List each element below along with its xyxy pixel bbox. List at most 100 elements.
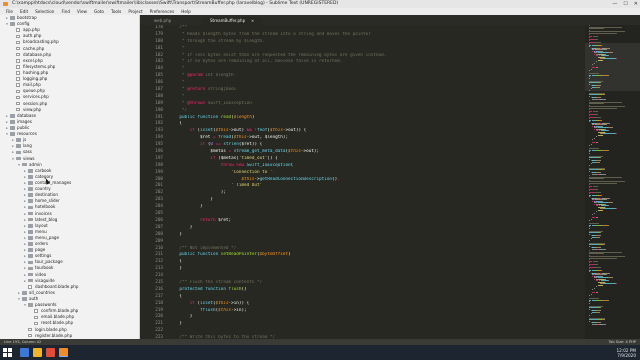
code-line[interactable]: * through the stream by $length.	[169, 39, 579, 46]
tab-close-icon[interactable]: ✕	[251, 19, 254, 23]
code-line[interactable]: * @return string|bool	[169, 87, 579, 94]
code-editor[interactable]: 178 179 180 181 182 183 184 185 186 187 188 189 190 1…	[140, 25, 585, 352]
code-token: feof	[257, 128, 268, 134]
code-line[interactable]: public function read($length)	[169, 115, 579, 122]
code-line[interactable]: throw new Swift_IoException(	[169, 163, 579, 170]
menu-tools[interactable]: Tools	[111, 8, 121, 15]
code-line[interactable]: {	[169, 294, 579, 301]
line-number: 214	[155, 273, 163, 279]
menu-goto[interactable]: Goto	[94, 8, 104, 15]
code-line[interactable]: fflush($this->in);	[169, 308, 579, 315]
windows-start-icon[interactable]	[3, 348, 12, 357]
code-line[interactable]: );	[169, 190, 579, 197]
code-token: (	[290, 162, 294, 168]
file-icon	[16, 71, 20, 75]
code-line[interactable]: *	[169, 46, 579, 53]
code-line[interactable]: * Reads $length bytes from the stream in…	[169, 32, 579, 39]
minimize-button[interactable]: —	[612, 0, 617, 8]
code-token: 'Connection to '	[231, 169, 273, 175]
code-line[interactable]: */	[169, 108, 579, 115]
maximize-button[interactable]: ☐	[623, 0, 627, 8]
browser-icon[interactable]	[46, 348, 55, 357]
code-line[interactable]: }	[169, 225, 579, 232]
code-token: *	[169, 87, 188, 93]
code-line[interactable]: }	[169, 197, 579, 204]
code-line[interactable]: {	[169, 259, 579, 266]
folder-icon	[22, 297, 27, 301]
code-line[interactable]: 'Connection to '.	[169, 170, 579, 177]
code-line[interactable]: /** Flush the stream contents */	[169, 280, 579, 287]
code-line[interactable]: ' Timed Out'	[169, 183, 579, 190]
file-icon	[16, 40, 20, 45]
menu-file[interactable]: File	[6, 8, 13, 15]
code-line[interactable]: }	[169, 266, 579, 273]
code-line[interactable]: protected function flush()	[169, 287, 579, 294]
code-token: * If less bytes exist than are requested…	[169, 52, 387, 58]
search-icon[interactable]	[20, 348, 29, 357]
menu-preferences[interactable]: Preferences	[150, 8, 175, 15]
sublime-taskbar-icon[interactable]	[59, 348, 68, 357]
minimap-line	[596, 136, 597, 137]
code-line[interactable]: }	[169, 321, 579, 328]
menu-project[interactable]: Project	[128, 8, 142, 15]
system-tray-clock[interactable]: 12:02 PM 7/9/2020	[616, 345, 636, 360]
code-line[interactable]: return $ret;	[169, 218, 579, 225]
code-line[interactable]: *	[169, 66, 579, 73]
tab-web-php[interactable]: web.php	[146, 17, 179, 25]
code-line[interactable]: if (0 == strlen($ret)) {	[169, 142, 579, 149]
line-number: 209	[155, 238, 163, 244]
close-button[interactable]: ✕	[634, 0, 638, 8]
line-number: 190	[155, 107, 163, 113]
code-line[interactable]: $metas = stream_get_meta_data($this->out…	[169, 149, 579, 156]
minimap-line	[593, 116, 601, 118]
code-line[interactable]	[169, 211, 579, 218]
code-line[interactable]	[169, 273, 579, 280]
code-line[interactable]: * If no bytes are remaining at all, bool…	[169, 59, 579, 66]
code-line[interactable]: /**	[169, 25, 579, 32]
code-line[interactable]: *	[169, 80, 579, 87]
minimap-line	[591, 224, 596, 226]
menu-help[interactable]: Help	[181, 8, 191, 15]
code-line[interactable]: }	[169, 232, 579, 239]
code-line[interactable]	[169, 328, 579, 335]
menu-edit[interactable]: Edit	[20, 8, 28, 15]
code-line[interactable]: $ret = fread($this->out, $length);	[169, 135, 579, 142]
line-number-gutter: 178 179 180 181 182 183 184 185 186 187 188 189 190 1…	[140, 25, 166, 352]
code-line[interactable]: if ($metas['timed_out']) {	[169, 156, 579, 163]
minimap-line	[596, 286, 597, 287]
code-line[interactable]: $this->getReadConnectionDescription().	[169, 177, 579, 184]
code-area[interactable]: /** * Reads $length bytes from the strea…	[169, 25, 579, 352]
code-line[interactable]: *	[169, 94, 579, 101]
code-line[interactable]: if (isset($this->out) && !feof($this->ou…	[169, 128, 579, 135]
minimap-line	[609, 52, 613, 53]
code-token: }	[169, 224, 193, 230]
code-line[interactable]: if (isset($this->in)) {	[169, 301, 579, 308]
minimap[interactable]	[585, 25, 640, 352]
code-token: ]) {	[267, 155, 278, 161]
code-line[interactable]: * @throws Swift_IoException	[169, 101, 579, 108]
code-token: stream_get_meta_data	[233, 149, 286, 155]
tab-streambuffer-php[interactable]: StreamBuffer.php ✕	[202, 17, 263, 25]
line-number: 204	[155, 204, 163, 210]
file-icon	[16, 95, 20, 100]
code-line[interactable]: * @param int $length	[169, 73, 579, 80]
minimap-line	[599, 307, 601, 308]
code-token: $this	[215, 128, 229, 134]
code-line[interactable]: }	[169, 204, 579, 211]
code-line[interactable]: * If less bytes exist than are requested…	[169, 53, 579, 60]
minimap-line	[601, 173, 606, 175]
file-explorer-icon[interactable]	[33, 348, 42, 357]
code-line[interactable]: }	[169, 314, 579, 321]
code-line[interactable]	[169, 239, 579, 246]
project-sidebar[interactable]: ▸ bootstrap ▾ config app.php auth.php broadcas…	[0, 15, 140, 352]
menu-view[interactable]: View	[77, 8, 87, 15]
code-line[interactable]: {	[169, 121, 579, 128]
menu-find[interactable]: Find	[61, 8, 70, 15]
minimap-line	[591, 119, 596, 121]
code-token: public	[179, 114, 195, 120]
code-line[interactable]: public function setReadPointer($byteOffs…	[169, 252, 579, 259]
menu-selection[interactable]: Selection	[35, 8, 54, 15]
code-line[interactable]: /** Not implemented */	[169, 246, 579, 253]
